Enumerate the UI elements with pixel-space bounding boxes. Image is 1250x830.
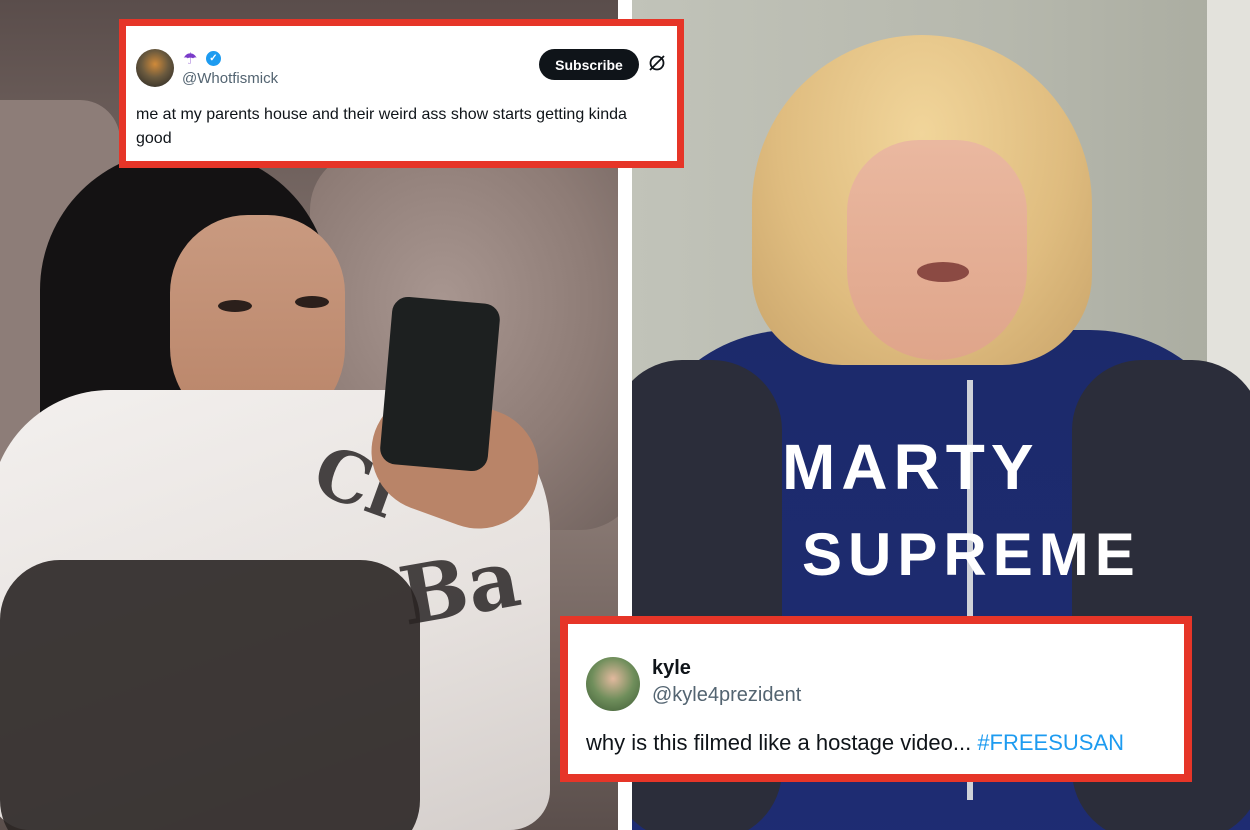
woman-face-right (847, 140, 1027, 360)
avatar[interactable] (586, 657, 640, 711)
tweet-handle[interactable]: @Whotfismick (182, 70, 278, 87)
foreground-shadow (0, 560, 420, 830)
jacket-text-line2: SUPREME (802, 521, 1141, 588)
tweet-text: me at my parents house and their weird a… (136, 106, 627, 147)
woman-mouth (917, 262, 969, 282)
tweet-display-name[interactable]: kyle (652, 657, 691, 680)
tweet-body: why is this filmed like a hostage video.… (586, 730, 972, 755)
woman-eye-left (218, 300, 252, 312)
hashtag-link[interactable]: #FREESUSAN (977, 730, 1124, 755)
grok-icon[interactable] (648, 54, 666, 72)
tweet-handle[interactable]: @kyle4prezident (652, 684, 801, 707)
tweet-text: why is this filmed like a hostage video.… (586, 730, 1124, 756)
umbrella-icon[interactable]: ☂ (183, 51, 197, 69)
phone (378, 295, 502, 473)
avatar[interactable] (136, 49, 174, 87)
subscribe-button[interactable]: Subscribe (539, 49, 639, 80)
jacket-text-line1: MARTY (782, 431, 1040, 503)
tweet-2-card: kyle @kyle4prezident why is this filmed … (568, 624, 1184, 774)
tweet-1-card: ☂ ✓ @Whotfismick Subscribe me at my pare… (126, 26, 677, 161)
woman-eye-right (295, 296, 329, 308)
verified-badge-icon: ✓ (206, 51, 221, 66)
